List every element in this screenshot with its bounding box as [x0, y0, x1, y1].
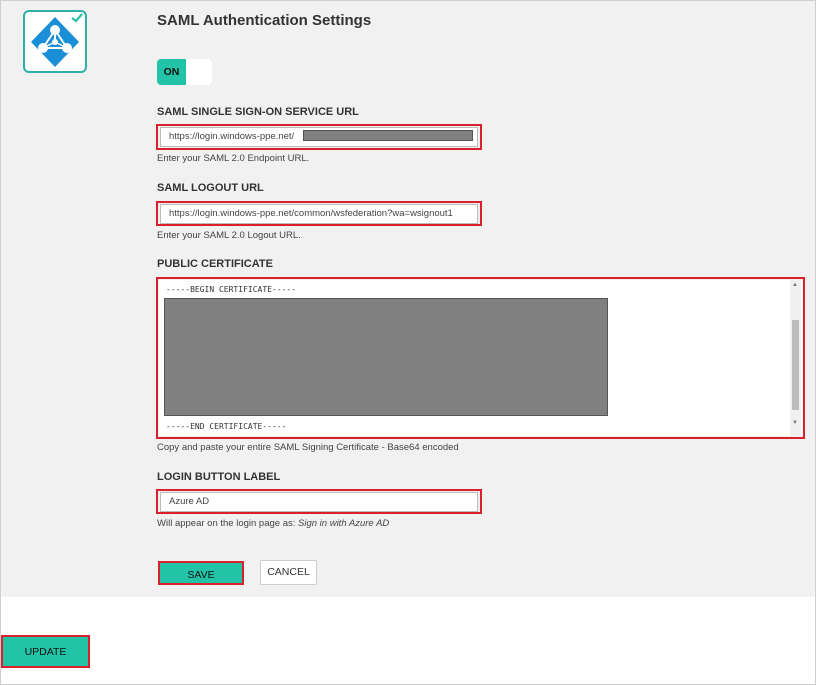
logout-url-field[interactable]: https://login.windows-ppe.net/common/wsf…: [160, 204, 478, 224]
scroll-down-arrow-icon[interactable]: ▼: [792, 420, 798, 426]
scroll-up-arrow-icon[interactable]: ▲: [792, 282, 798, 288]
login-button-help-prefix: Will appear on the login page as:: [157, 518, 299, 529]
checkmark-icon: [71, 13, 83, 23]
login-button-help-example: Sign in with Azure AD: [298, 518, 390, 529]
redacted-tenant-id: [303, 130, 473, 141]
scrollbar-thumb[interactable]: [792, 320, 799, 410]
cancel-button[interactable]: CANCEL: [260, 560, 317, 585]
sso-url-label: SAML SINGLE SIGN-ON SERVICE URL: [157, 106, 359, 118]
certificate-label: PUBLIC CERTIFICATE: [157, 258, 273, 270]
redacted-certificate-body: [164, 298, 608, 416]
toggle-state-label: ON: [157, 59, 186, 85]
certificate-help: Copy and paste your entire SAML Signing …: [157, 442, 459, 453]
logout-url-label: SAML LOGOUT URL: [157, 182, 264, 194]
login-button-label-heading: LOGIN BUTTON LABEL: [157, 471, 281, 483]
logout-url-value: https://login.windows-ppe.net/common/wsf…: [169, 208, 453, 219]
azure-ad-logo-icon: [23, 10, 87, 73]
sso-url-help: Enter your SAML 2.0 Endpoint URL.: [157, 153, 310, 164]
sso-url-value: https://login.windows-ppe.net/: [169, 131, 295, 142]
certificate-begin-line: -----BEGIN CERTIFICATE-----: [166, 285, 297, 294]
logout-url-help: Enter your SAML 2.0 Logout URL.: [157, 230, 301, 241]
certificate-scrollbar[interactable]: ▲ ▼: [790, 280, 801, 436]
certificate-end-line: -----END CERTIFICATE-----: [166, 422, 287, 431]
login-button-label-field[interactable]: Azure AD: [160, 492, 478, 512]
login-button-help: Will appear on the login page as: Sign i…: [157, 518, 389, 529]
page-title: SAML Authentication Settings: [157, 12, 372, 29]
login-button-label-value: Azure AD: [169, 496, 210, 507]
update-button[interactable]: UPDATE: [1, 635, 90, 668]
saml-enable-toggle[interactable]: ON: [157, 59, 212, 85]
save-button[interactable]: SAVE: [158, 561, 244, 585]
